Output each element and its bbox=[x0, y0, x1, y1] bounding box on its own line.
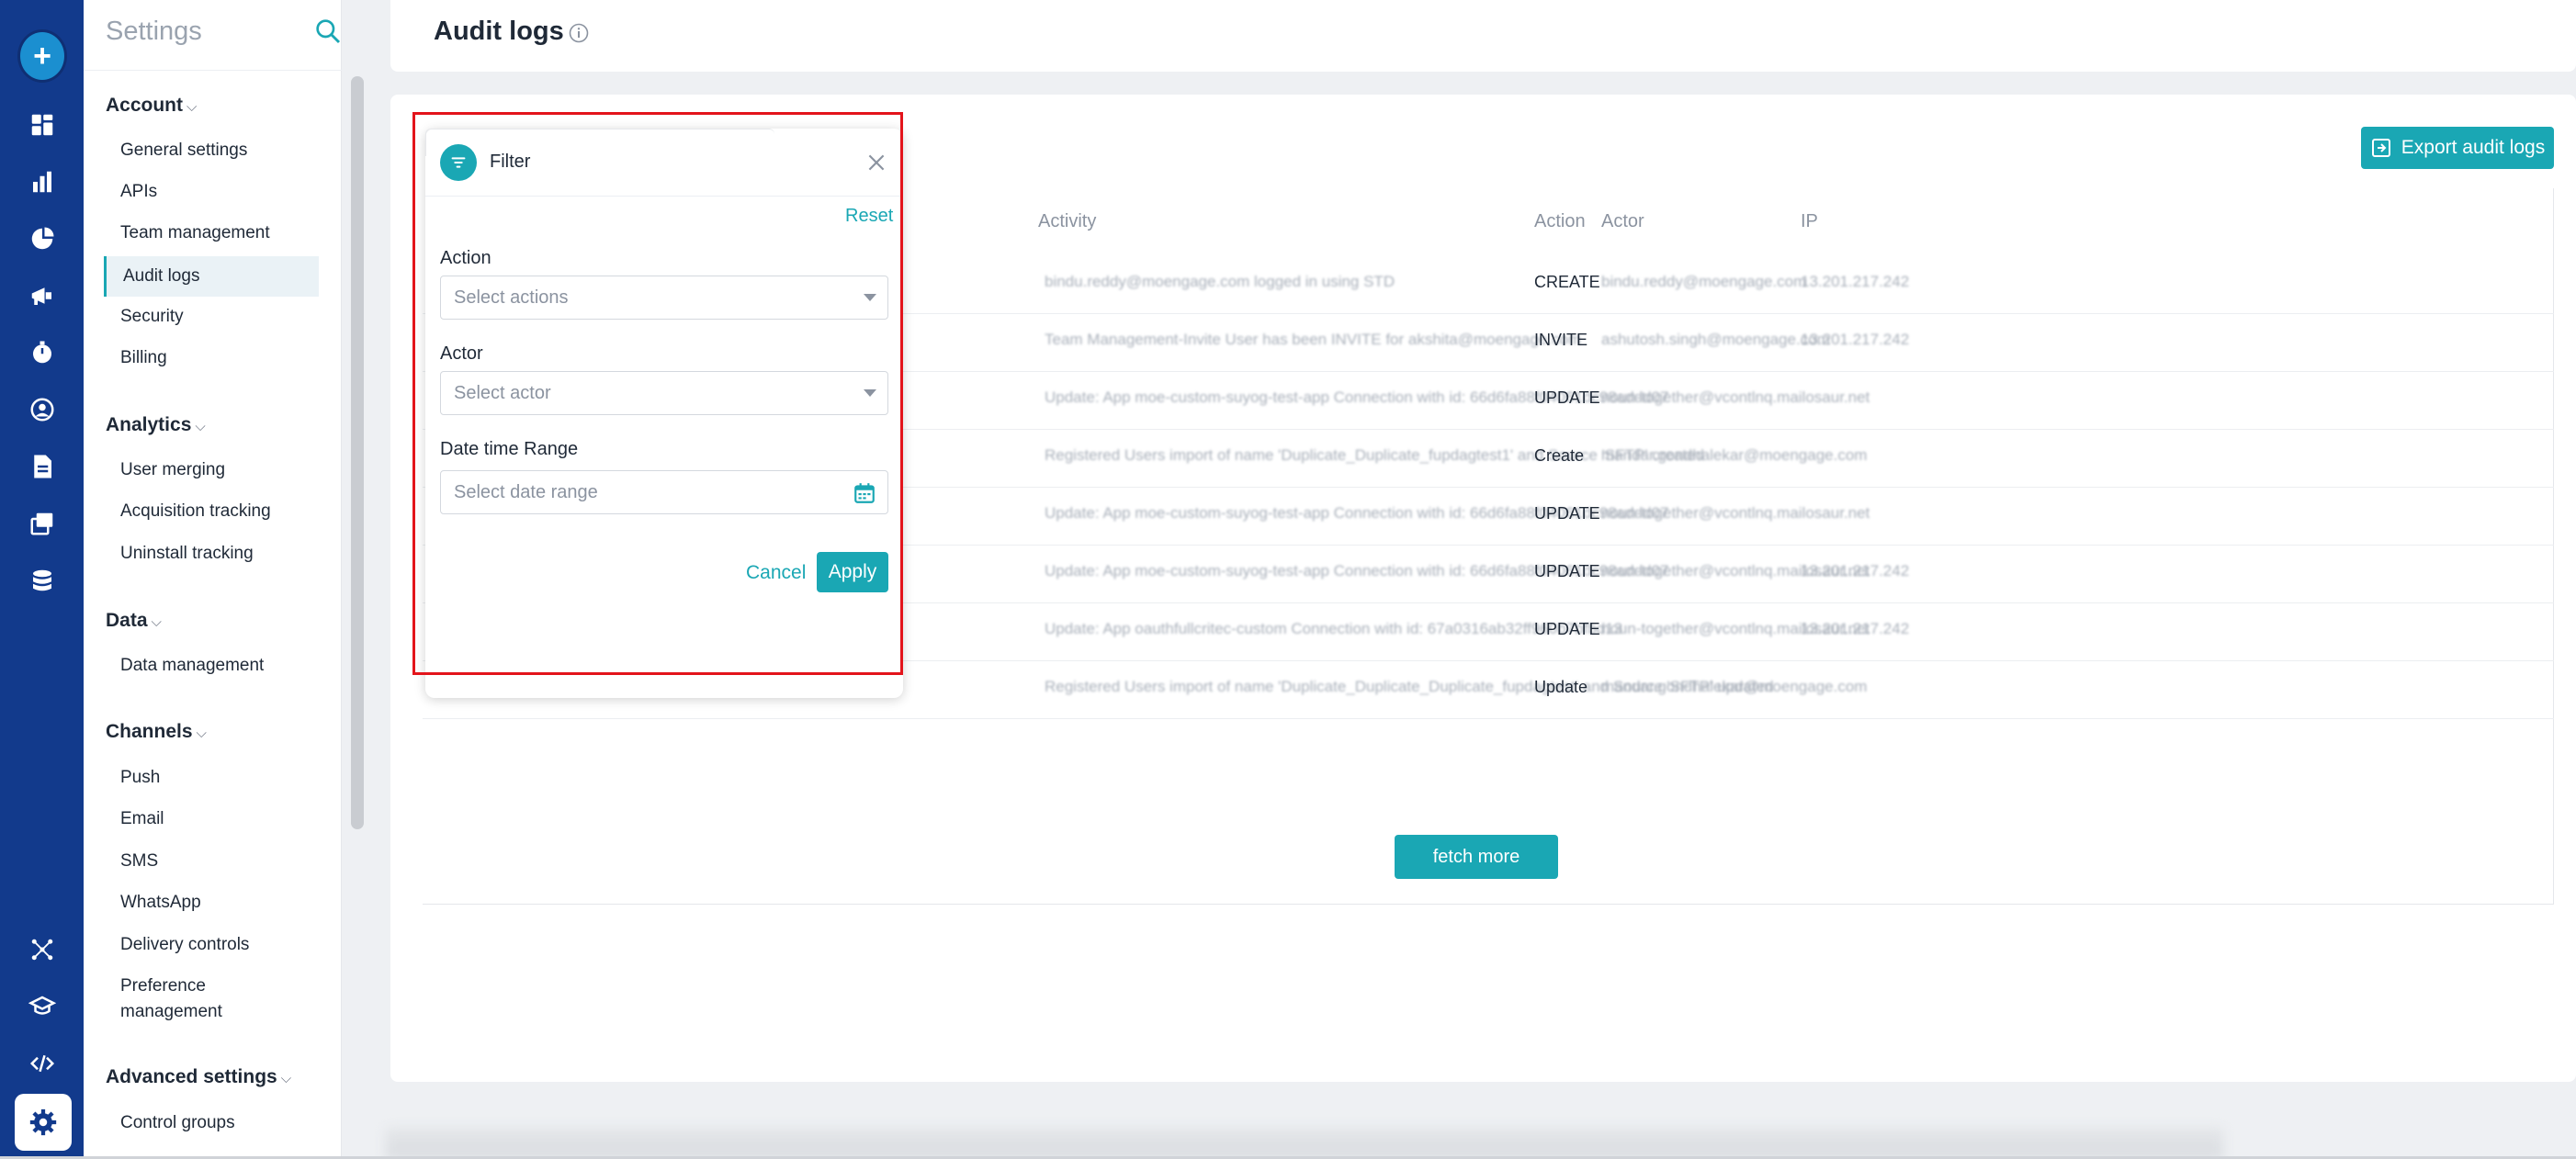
cell-actor: noun-together@vcontlnq.mailosaur.net bbox=[1601, 504, 1870, 522]
sidebar-scrollbar[interactable] bbox=[351, 76, 364, 829]
analyze-icon[interactable] bbox=[20, 160, 64, 204]
page-title: Audit logs bbox=[434, 17, 564, 46]
chevron-down-icon: ⌵ bbox=[280, 1071, 292, 1086]
group-account[interactable]: Account ⌵ bbox=[106, 95, 197, 117]
cell-actor: noun-together@vcontlnq.mailosaur.net bbox=[1601, 388, 1870, 406]
nav-rail: + bbox=[0, 0, 84, 1159]
cell-action: UPDATE bbox=[1534, 388, 1600, 407]
cell-action: UPDATE bbox=[1534, 620, 1600, 638]
chevron-down-icon: ⌵ bbox=[151, 614, 162, 630]
sidebar-item-general-settings[interactable]: General settings bbox=[120, 138, 335, 163]
sidebar-title: Settings bbox=[106, 17, 202, 46]
sidebar-item-user-merging[interactable]: User merging bbox=[120, 457, 335, 483]
sidebar-item-push[interactable]: Push bbox=[120, 765, 335, 791]
sidebar-item-whatsapp[interactable]: WhatsApp bbox=[120, 890, 335, 916]
cell-activity: Team Management-Invite User has been INV… bbox=[1045, 331, 1582, 348]
campaign-icon[interactable] bbox=[20, 274, 64, 318]
cell-action: UPDATE bbox=[1534, 562, 1600, 580]
info-icon[interactable] bbox=[568, 22, 590, 44]
cell-actor: bindu.reddy@moengage.com bbox=[1601, 273, 1807, 290]
export-icon bbox=[2371, 139, 2390, 157]
cell-action: Create bbox=[1534, 446, 1585, 465]
column-header-action[interactable]: Action bbox=[1534, 211, 1586, 232]
sidebar-item-audit-logs[interactable]: Audit logs bbox=[104, 256, 319, 297]
cell-ip: 13.201.217.242 bbox=[1801, 273, 1910, 290]
column-header-ip[interactable]: IP bbox=[1801, 211, 1818, 232]
group-data[interactable]: Data ⌵ bbox=[106, 610, 162, 632]
export-label: Export audit logs bbox=[2401, 137, 2546, 158]
chevron-down-icon: ⌵ bbox=[196, 726, 207, 741]
create-button[interactable]: + bbox=[20, 32, 64, 80]
cell-ip: 13.201.217.242 bbox=[1801, 620, 1910, 637]
learn-icon[interactable] bbox=[20, 985, 64, 1029]
sidebar-item-security[interactable]: Security bbox=[120, 304, 335, 330]
group-advanced-settings[interactable]: Advanced settings ⌵ bbox=[106, 1066, 291, 1088]
settings-button[interactable] bbox=[15, 1094, 72, 1151]
divider bbox=[84, 70, 342, 71]
cell-actor: mandar.gondhalekar@moengage.com bbox=[1601, 678, 1868, 695]
sidebar-item-control-groups[interactable]: Control groups bbox=[120, 1110, 335, 1136]
column-header-activity[interactable]: Activity bbox=[1038, 211, 1096, 232]
cell-action: CREATE bbox=[1534, 273, 1600, 291]
highlight-box bbox=[412, 112, 903, 675]
cell-ip: 13.201.217.242 bbox=[1801, 562, 1910, 580]
search-icon[interactable] bbox=[313, 17, 343, 46]
sidebar-item-delivery-controls[interactable]: Delivery controls bbox=[120, 932, 335, 958]
sidebar-item-billing[interactable]: Billing bbox=[120, 345, 335, 371]
sidebar-item-data-management[interactable]: Data management bbox=[120, 653, 335, 679]
chevron-down-icon: ⌵ bbox=[186, 99, 198, 115]
group-channels[interactable]: Channels ⌵ bbox=[106, 721, 207, 743]
cell-ip: 13.201.217.242 bbox=[1801, 331, 1910, 348]
dashboard-icon[interactable] bbox=[20, 103, 64, 147]
cell-activity: bindu.reddy@moengage.com logged in using… bbox=[1045, 273, 1395, 290]
column-header-actor[interactable]: Actor bbox=[1601, 211, 1644, 232]
segment-icon[interactable] bbox=[20, 217, 64, 261]
sidebar-item-team-management[interactable]: Team management bbox=[120, 220, 335, 246]
cell-actor: ashutosh.singh@moengage.com bbox=[1601, 331, 1830, 348]
cell-actor: mandar.gondhalekar@moengage.com bbox=[1601, 446, 1868, 464]
sidebar-item-email[interactable]: Email bbox=[120, 806, 335, 832]
sidebar-item-sms[interactable]: SMS bbox=[120, 849, 335, 874]
export-audit-logs-button[interactable]: Export audit logs bbox=[2361, 127, 2554, 169]
sidebar-item-acquisition-tracking[interactable]: Acquisition tracking bbox=[120, 499, 335, 524]
fetch-more-button[interactable]: fetch more bbox=[1395, 835, 1558, 879]
flows-icon[interactable] bbox=[20, 331, 64, 375]
settings-icon bbox=[29, 1108, 57, 1136]
content-icon[interactable] bbox=[20, 444, 64, 489]
sidebar-item-preference-management[interactable]: Preference management bbox=[120, 973, 267, 1025]
page-header: Audit logs bbox=[390, 0, 2576, 72]
cell-action: Update bbox=[1534, 678, 1588, 696]
cell-action: INVITE bbox=[1534, 331, 1588, 349]
integrations-icon[interactable] bbox=[20, 928, 64, 972]
data-icon[interactable] bbox=[20, 558, 64, 602]
page-footer-shadow bbox=[386, 1128, 2223, 1159]
create-icon: + bbox=[20, 32, 64, 80]
users-icon[interactable] bbox=[20, 388, 64, 432]
cell-action: UPDATE bbox=[1534, 504, 1600, 523]
sidebar-item-apis[interactable]: APIs bbox=[120, 179, 335, 205]
settings-sidebar: Settings Account ⌵ General settings APIs … bbox=[84, 0, 364, 1159]
chevron-down-icon: ⌵ bbox=[195, 419, 206, 434]
sidebar-item-uninstall-tracking[interactable]: Uninstall tracking bbox=[120, 541, 335, 567]
developer-icon[interactable] bbox=[20, 1041, 64, 1086]
group-analytics[interactable]: Analytics ⌵ bbox=[106, 414, 206, 436]
templates-icon[interactable] bbox=[20, 501, 64, 546]
